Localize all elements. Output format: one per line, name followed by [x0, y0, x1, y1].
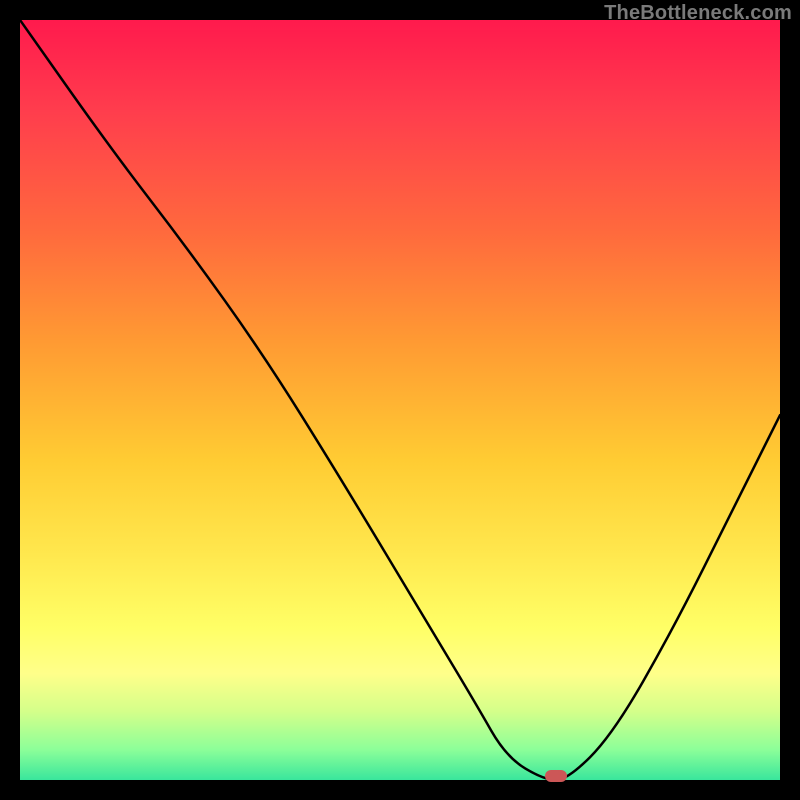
chart-container: TheBottleneck.com [0, 0, 800, 800]
plot-area [20, 20, 780, 780]
optimum-marker [545, 770, 567, 782]
bottleneck-curve [20, 20, 780, 780]
